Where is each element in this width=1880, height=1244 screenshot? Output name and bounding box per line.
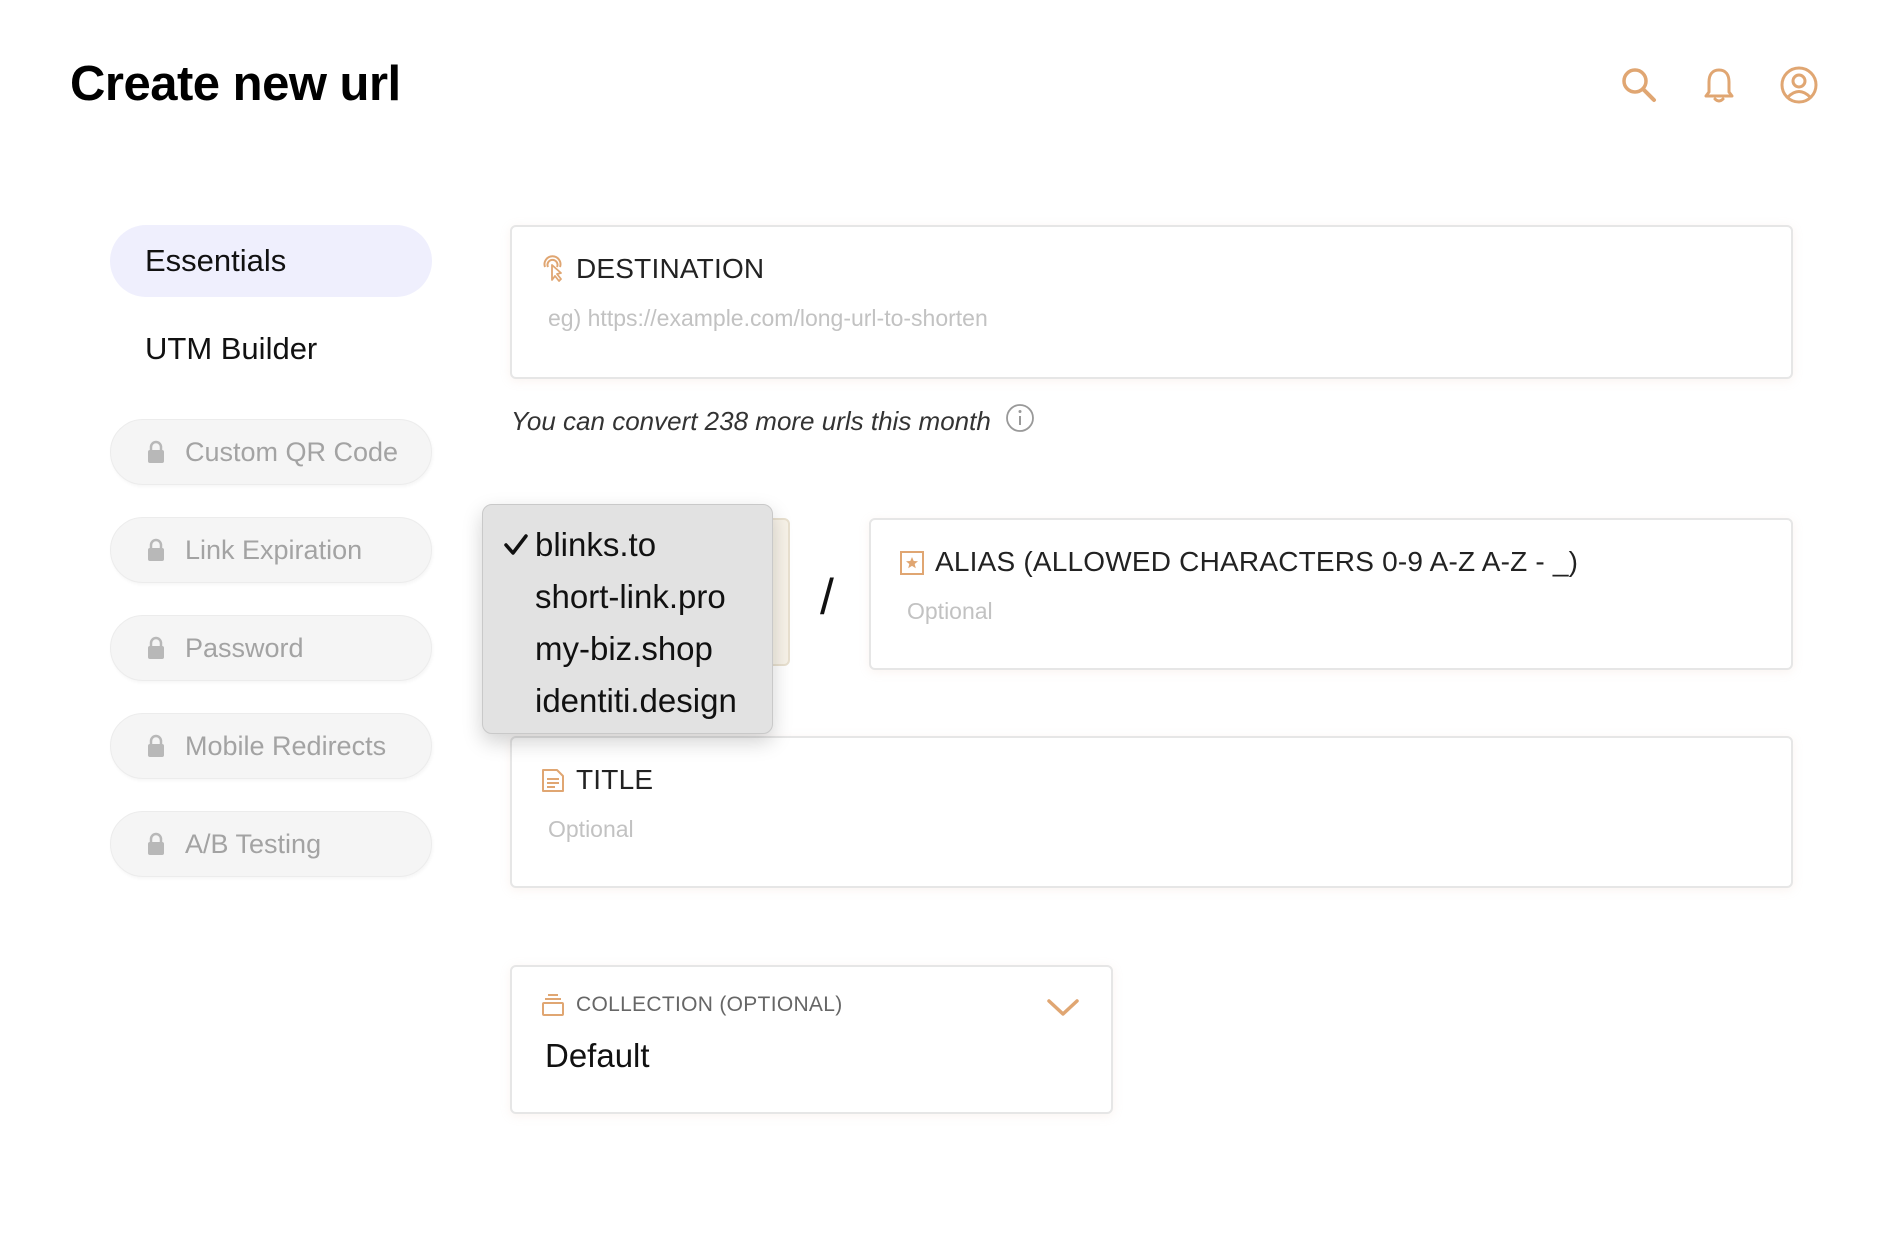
domain-option-blinks-to[interactable]: blinks.to <box>483 519 772 571</box>
domain-option-identiti-design[interactable]: identiti.design <box>483 675 772 727</box>
search-icon[interactable] <box>1618 64 1660 106</box>
alias-field: ALIAS (ALLOWED CHARACTERS 0-9 A-Z A-Z - … <box>869 518 1793 670</box>
path-separator: / <box>820 569 834 625</box>
sidebar-item-label: Password <box>185 632 304 663</box>
star-box-icon <box>899 548 925 576</box>
page-title: Create new url <box>70 57 401 111</box>
domain-option-short-link-pro[interactable]: short-link.pro <box>483 571 772 623</box>
lock-icon <box>145 440 167 464</box>
sidebar-item-label: Link Expiration <box>185 534 363 565</box>
domain-option-my-biz-shop[interactable]: my-biz.shop <box>483 623 772 675</box>
title-label: TITLE <box>540 764 653 796</box>
title-input[interactable] <box>548 816 1755 843</box>
sidebar-item-label: Essentials <box>145 243 287 278</box>
header-actions <box>1618 64 1820 106</box>
collection-label: COLLECTION (OPTIONAL) <box>540 991 843 1019</box>
domain-dropdown-menu: blinks.to short-link.pro my-biz.shop ide… <box>482 504 773 734</box>
destination-input[interactable] <box>548 305 1755 332</box>
lock-icon <box>145 636 167 660</box>
title-field: TITLE <box>510 736 1793 888</box>
bell-icon[interactable] <box>1698 64 1740 106</box>
sidebar-item-custom-qr-code[interactable]: Custom QR Code <box>110 419 432 485</box>
quota-notice: You can convert 238 more urls this month <box>511 403 1035 437</box>
destination-label: DESTINATION <box>540 253 764 285</box>
locked-features: Custom QR Code Link Expiration Password … <box>110 419 432 877</box>
sidebar-item-label: A/B Testing <box>185 828 322 859</box>
alias-label: ALIAS (ALLOWED CHARACTERS 0-9 A-Z A-Z - … <box>899 546 1578 578</box>
lock-icon <box>145 734 167 758</box>
document-icon <box>540 766 566 794</box>
sidebar-item-ab-testing[interactable]: A/B Testing <box>110 811 432 877</box>
alias-input[interactable] <box>907 598 1755 625</box>
chevron-down-icon[interactable] <box>1045 995 1081 1019</box>
sidebar-item-mobile-redirects[interactable]: Mobile Redirects <box>110 713 432 779</box>
checkmark-icon <box>504 534 528 555</box>
sidebar-item-label: Custom QR Code <box>185 436 399 467</box>
sidebar-item-label: Mobile Redirects <box>185 730 387 761</box>
create-url-page: Create new url Essentials UTM Builder Cu… <box>0 0 1880 1244</box>
sidebar-item-essentials[interactable]: Essentials <box>110 225 432 297</box>
stack-icon <box>540 991 566 1019</box>
sidebar-item-label: UTM Builder <box>145 331 318 366</box>
collection-select[interactable]: COLLECTION (OPTIONAL) Default <box>510 965 1113 1114</box>
user-circle-icon[interactable] <box>1778 64 1820 106</box>
collection-value: Default <box>545 1037 650 1074</box>
quota-text: You can convert 238 more urls this month <box>511 406 991 436</box>
sidebar: Essentials UTM Builder Custom QR Code Li… <box>110 225 432 909</box>
destination-field: DESTINATION <box>510 225 1793 379</box>
sidebar-item-link-expiration[interactable]: Link Expiration <box>110 517 432 583</box>
lock-icon <box>145 538 167 562</box>
info-icon[interactable] <box>1005 403 1035 433</box>
sidebar-item-utm-builder[interactable]: UTM Builder <box>110 313 432 385</box>
lock-icon <box>145 832 167 856</box>
sidebar-item-password[interactable]: Password <box>110 615 432 681</box>
pointer-click-icon <box>540 255 566 283</box>
